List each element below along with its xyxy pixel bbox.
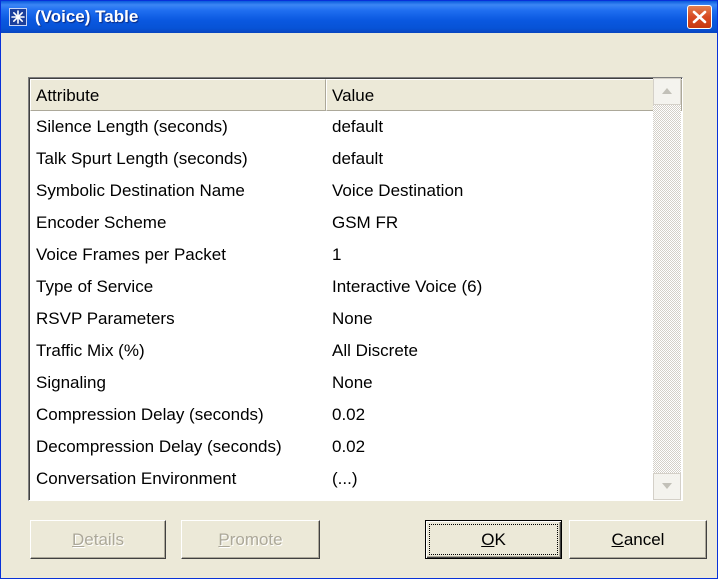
attribute-cell: Traffic Mix (%) xyxy=(36,341,145,360)
promote-button[interactable]: Promote xyxy=(181,520,320,559)
voice-table-dialog: (Voice) Table Attribute Value Silence Le… xyxy=(0,0,718,579)
value-cell[interactable]: 0.02 xyxy=(332,399,652,431)
table-row[interactable]: Silence Length (seconds) default xyxy=(30,111,682,143)
cancel-button[interactable]: Cancel xyxy=(569,520,707,559)
details-label: etails xyxy=(84,530,124,549)
value-cell[interactable]: Interactive Voice (6) xyxy=(332,271,652,303)
table-header: Attribute Value xyxy=(30,79,682,111)
attribute-cell: Silence Length (seconds) xyxy=(36,117,228,136)
table-row[interactable]: Encoder Scheme GSM FR xyxy=(30,207,682,239)
table-row[interactable]: RSVP Parameters None xyxy=(30,303,682,335)
attribute-cell: Encoder Scheme xyxy=(36,213,167,232)
scroll-up-button[interactable] xyxy=(653,78,681,105)
window-title: (Voice) Table xyxy=(35,7,139,26)
table-row[interactable]: Type of Service Interactive Voice (6) xyxy=(30,271,682,303)
vertical-scrollbar[interactable] xyxy=(653,78,681,500)
ok-button[interactable]: OK xyxy=(425,520,562,559)
attribute-cell: Voice Frames per Packet xyxy=(36,245,226,264)
cancel-label: ancel xyxy=(623,530,665,549)
attribute-cell: Conversation Environment xyxy=(36,469,237,488)
attribute-cell: RSVP Parameters xyxy=(36,309,175,328)
table-row[interactable]: Compression Delay (seconds) 0.02 xyxy=(30,399,682,431)
table-body: Silence Length (seconds) default Talk Sp… xyxy=(30,111,682,495)
value-cell[interactable]: 0.02 xyxy=(332,431,652,463)
value-cell[interactable]: All Discrete xyxy=(332,335,652,367)
value-cell[interactable]: None xyxy=(332,303,652,335)
value-cell[interactable]: default xyxy=(332,143,652,175)
ok-label: K xyxy=(494,530,506,549)
attribute-cell: Symbolic Destination Name xyxy=(36,181,245,200)
table-row[interactable]: Voice Frames per Packet 1 xyxy=(30,239,682,271)
scroll-down-arrow-icon xyxy=(662,483,672,489)
table-row[interactable]: Conversation Environment (...) xyxy=(30,463,682,495)
table-row[interactable]: Symbolic Destination Name Voice Destinat… xyxy=(30,175,682,207)
attribute-cell: Talk Spurt Length (seconds) xyxy=(36,149,248,168)
promote-mnemonic: P xyxy=(218,530,230,549)
promote-label: romote xyxy=(229,530,283,549)
table-row[interactable]: Traffic Mix (%) All Discrete xyxy=(30,335,682,367)
column-header-value[interactable]: Value xyxy=(326,79,682,111)
value-cell[interactable]: GSM FR xyxy=(332,207,652,239)
ok-mnemonic: O xyxy=(481,530,495,549)
value-cell[interactable]: (...) xyxy=(332,463,652,495)
value-cell[interactable]: 1 xyxy=(332,239,652,271)
star-burst-icon xyxy=(9,8,27,26)
scroll-down-button[interactable] xyxy=(653,473,681,500)
close-x-icon xyxy=(692,10,707,24)
scroll-up-arrow-icon xyxy=(662,88,672,94)
value-cell[interactable]: None xyxy=(332,367,652,399)
table-row[interactable]: Talk Spurt Length (seconds) default xyxy=(30,143,682,175)
close-button[interactable] xyxy=(687,5,712,29)
details-button[interactable]: Details xyxy=(30,520,166,559)
table-row[interactable]: Signaling None xyxy=(30,367,682,399)
attribute-cell: Signaling xyxy=(36,373,106,392)
cancel-mnemonic: C xyxy=(611,530,624,549)
column-header-attribute[interactable]: Attribute xyxy=(30,79,326,111)
attribute-cell: Decompression Delay (seconds) xyxy=(36,437,282,456)
details-mnemonic: D xyxy=(72,530,85,549)
attribute-cell: Compression Delay (seconds) xyxy=(36,405,264,424)
attribute-cell: Type of Service xyxy=(36,277,154,296)
table-row[interactable]: Decompression Delay (seconds) 0.02 xyxy=(30,431,682,463)
value-cell[interactable]: default xyxy=(332,111,652,143)
value-cell[interactable]: Voice Destination xyxy=(332,175,652,207)
attribute-table: Attribute Value Silence Length (seconds)… xyxy=(28,77,683,501)
title-bar[interactable]: (Voice) Table xyxy=(1,1,717,33)
